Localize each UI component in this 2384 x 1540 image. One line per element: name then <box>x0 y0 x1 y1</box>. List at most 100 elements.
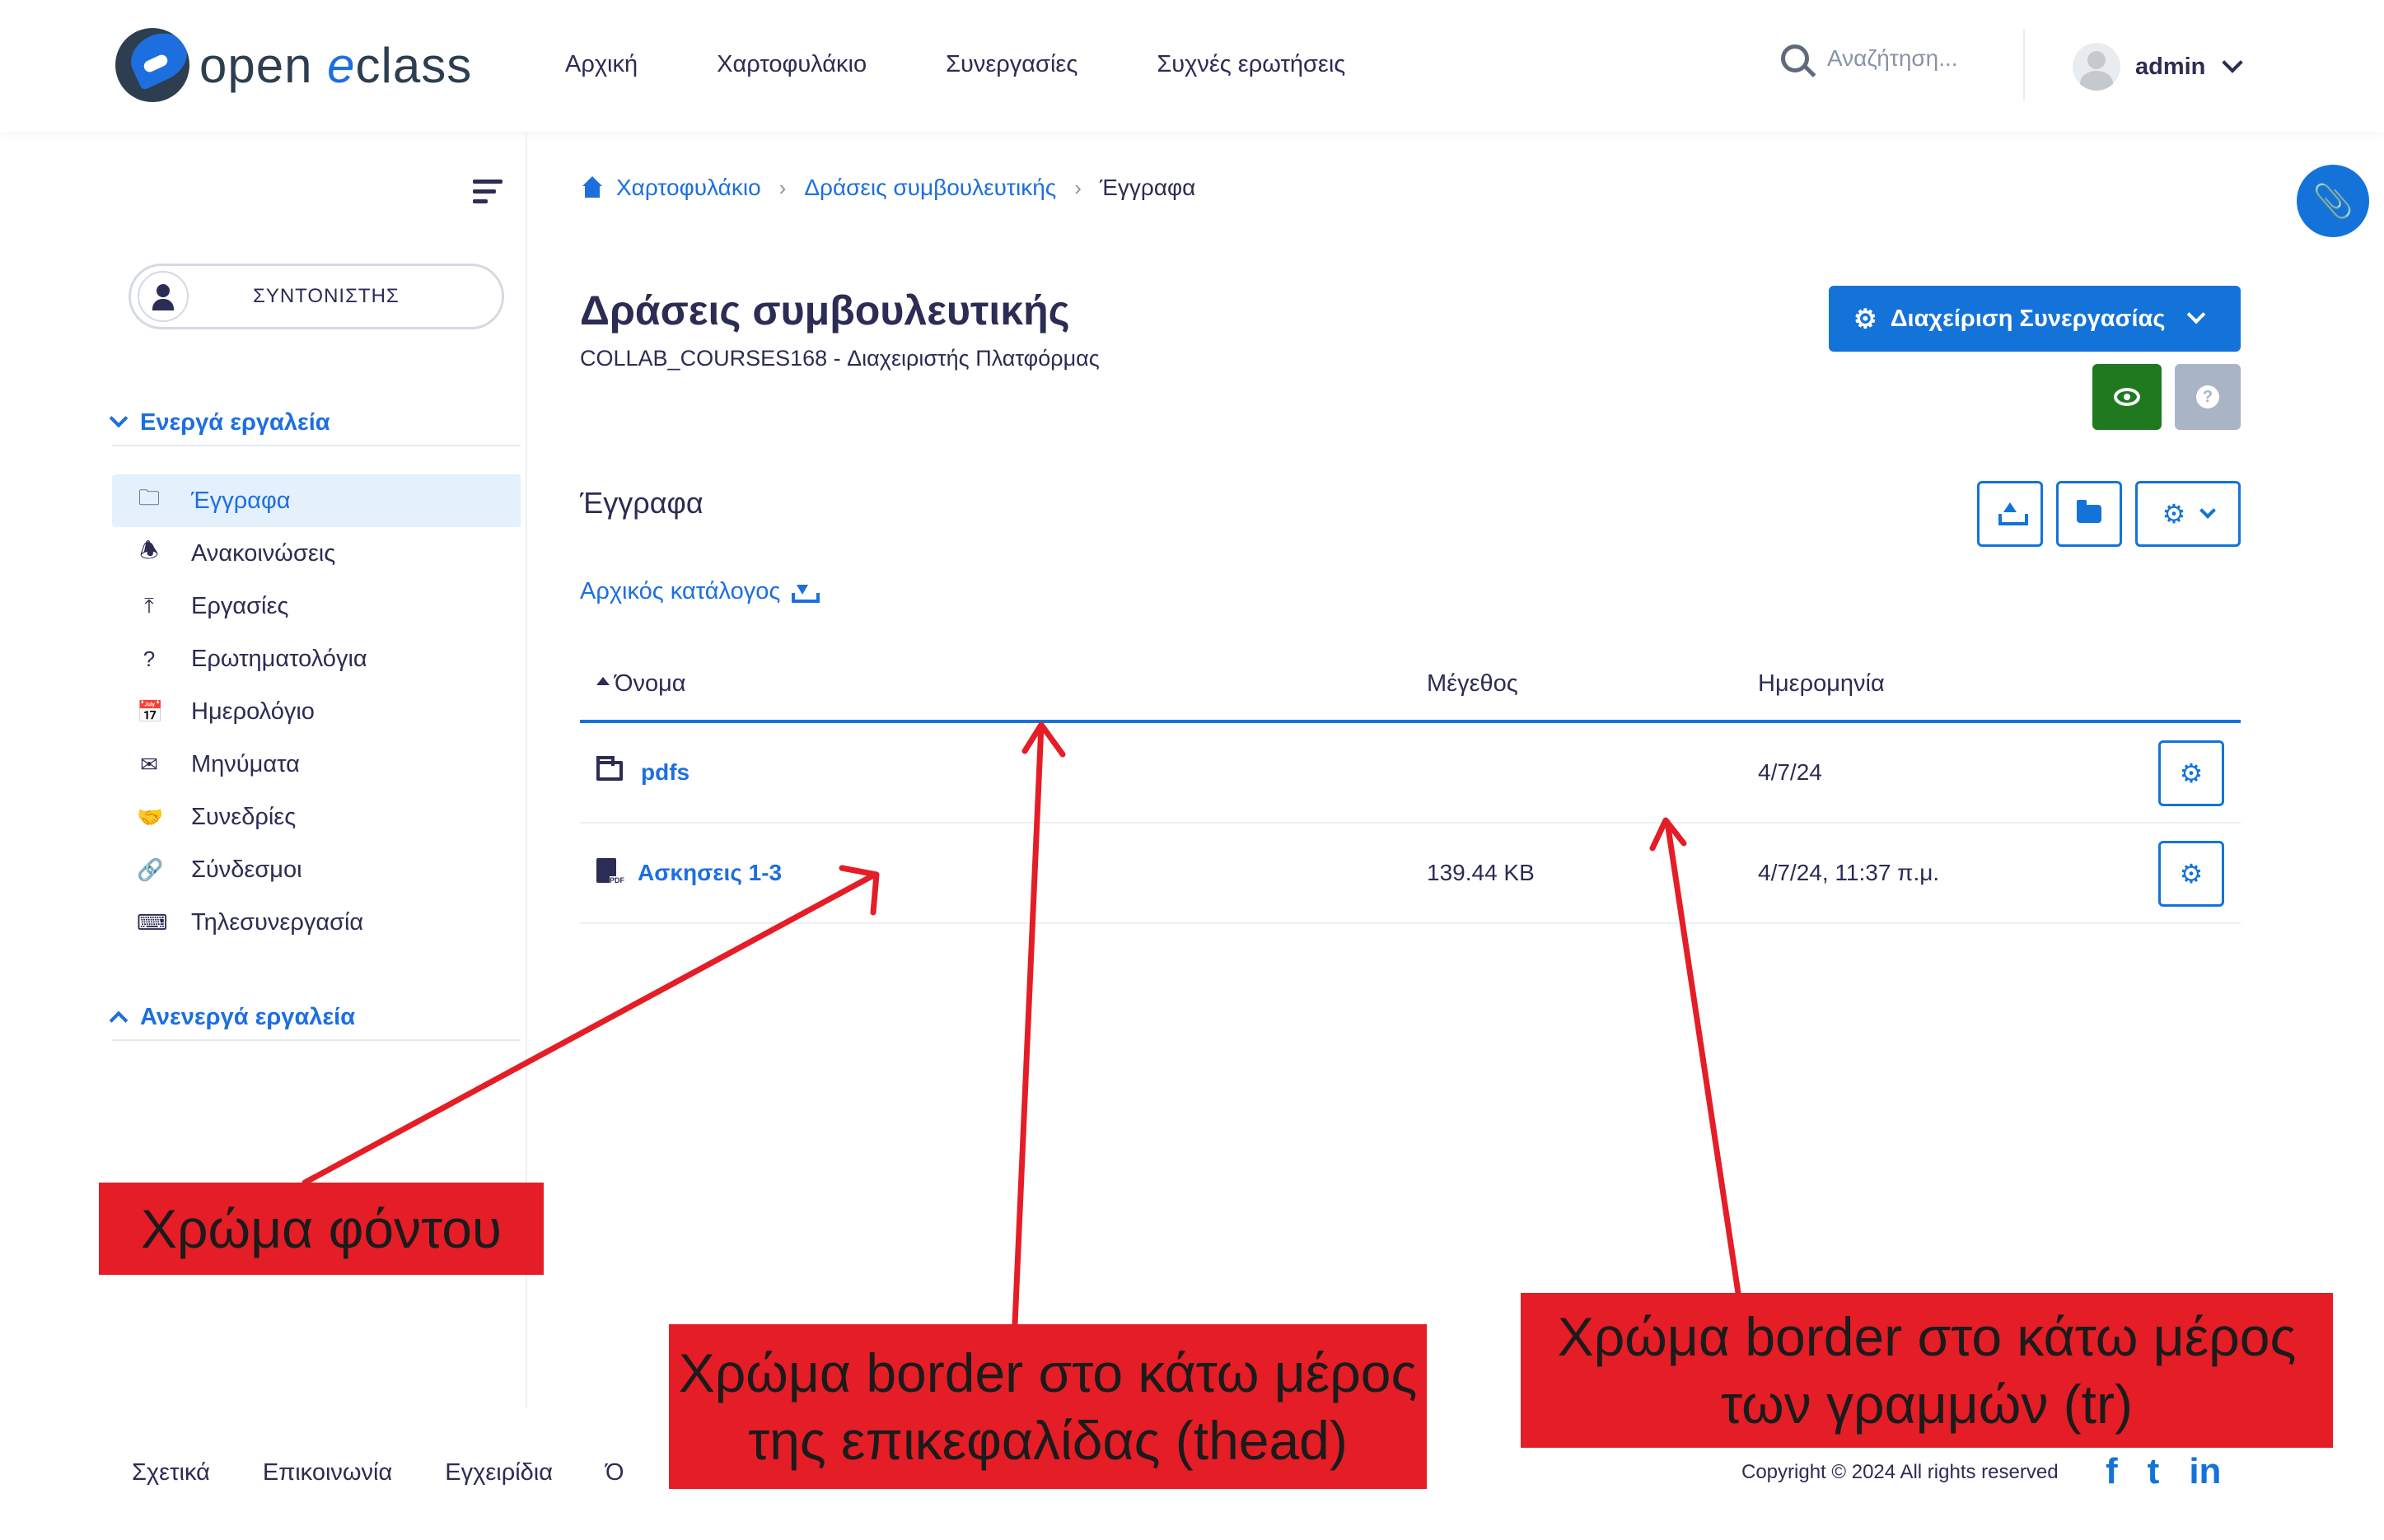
sidebar-item-label: Μηνύματα <box>191 750 300 777</box>
chevron-right-icon: › <box>1074 175 1082 200</box>
breadcrumb-portfolio[interactable]: Χαρτοφυλάκιο <box>616 175 761 201</box>
new-folder-button[interactable] <box>2056 481 2122 547</box>
role-badge[interactable]: ΣΥΝΤΟΝΙΣΤΗΣ <box>129 264 504 329</box>
paperclip-icon[interactable]: 📎 <box>2297 165 2369 237</box>
video-conference-icon: ⌨ <box>137 909 168 935</box>
column-size: Μέγεθος <box>1427 670 1518 697</box>
gear-icon: ⚙ <box>2179 758 2204 788</box>
user-name: admin <box>2135 53 2206 80</box>
column-name[interactable]: Όνομα <box>596 670 686 698</box>
file-date: 4/7/24, 11:37 π.μ. <box>1758 860 1940 885</box>
sidebar-item-label: Σύνδεσμοι <box>191 856 302 883</box>
column-date: Ημερομηνία <box>1758 670 1885 697</box>
user-menu[interactable]: admin <box>2073 43 2244 91</box>
sidebar-item-questionnaires[interactable]: ? Ερωτηματολόγια <box>112 632 521 685</box>
sidebar-item-label: Ανακοινώσεις <box>191 539 336 567</box>
documents-table: Όνομα Μέγεθος Ημερομηνία pdfs 4/7/24 ⚙ Α… <box>580 659 2241 924</box>
chevron-right-icon: › <box>778 175 787 200</box>
eclass-logo-icon <box>115 28 189 102</box>
annotation-background-color: Χρώμα φόντου <box>99 1183 544 1275</box>
menu-toggle-icon[interactable] <box>473 180 503 209</box>
sort-up-icon <box>596 677 610 686</box>
file-link[interactable]: Ασκησεις 1-3 <box>638 860 782 886</box>
logo-text: open eclass <box>199 37 473 93</box>
sidebar-item-label: Ημερολόγιο <box>191 698 315 725</box>
help-button[interactable]: ? <box>2175 364 2241 430</box>
upload-icon: ⤒ <box>144 593 154 618</box>
inactive-tools-label: Ανενεργά εργαλεία <box>140 1003 356 1030</box>
copyright: Copyright © 2024 All rights reserved <box>1741 1461 2059 1483</box>
facebook-icon[interactable]: f <box>2106 1451 2118 1492</box>
upload-file-button[interactable] <box>1977 481 2043 547</box>
avatar <box>2073 43 2120 91</box>
footer-about[interactable]: Σχετικά <box>132 1459 210 1486</box>
role-label: ΣΥΝΤΟΝΙΣΤΗΣ <box>253 285 400 307</box>
sidebar-item-announcements[interactable]: 🕭 Ανακοινώσεις <box>112 527 521 580</box>
search-icon[interactable] <box>1781 44 1809 72</box>
sidebar-item-assignments[interactable]: ⤒ Εργασίες <box>112 580 521 632</box>
inactive-tools-toggle[interactable]: Ανενεργά εργαλεία <box>109 995 521 1041</box>
sidebar-item-messages[interactable]: ✉ Μηνύματα <box>112 738 521 791</box>
sidebar-item-calendar[interactable]: 📅 Ημερολόγιο <box>112 685 521 738</box>
home-icon[interactable] <box>580 176 605 199</box>
question-icon: ? <box>143 646 156 671</box>
section-title: Έγγραφα <box>580 486 704 520</box>
top-header: open eclass Αρχική Χαρτοφυλάκιο Συνεργασ… <box>0 0 2384 132</box>
chevron-down-icon <box>2187 305 2206 324</box>
nav-home[interactable]: Αρχική <box>565 51 638 78</box>
sidebar-item-documents[interactable]: 🗀 Έγγραφα <box>112 474 521 527</box>
page-title: Δράσεις συμβουλευτικής <box>580 287 1070 334</box>
footer-terms[interactable]: Ό <box>605 1459 624 1486</box>
chevron-down-icon <box>109 408 129 428</box>
help-icon: ? <box>2196 385 2219 408</box>
sidebar-item-links[interactable]: 🔗 Σύνδεσμοι <box>112 843 521 896</box>
manage-collaboration-button[interactable]: ⚙ Διαχείριση Συνεργασίας <box>1829 286 2241 352</box>
active-tools-label: Ενεργά εργαλεία <box>140 408 330 436</box>
linkedin-icon[interactable]: in <box>2189 1451 2221 1492</box>
file-link[interactable]: pdfs <box>641 759 689 786</box>
chevron-up-icon <box>109 1010 129 1030</box>
upload-icon <box>1998 502 2028 525</box>
row-settings-button[interactable]: ⚙ <box>2158 740 2224 806</box>
nav-collaborations[interactable]: Συνεργασίες <box>946 51 1077 78</box>
chevron-down-icon <box>2199 502 2217 519</box>
gear-icon: ⚙ <box>2179 859 2204 889</box>
sidebar-item-label: Ερωτηματολόγια <box>191 645 367 672</box>
table-header: Όνομα Μέγεθος Ημερομηνία <box>580 659 2241 723</box>
chevron-down-icon <box>2222 52 2244 73</box>
bell-icon: 🕭 <box>139 538 159 562</box>
sidebar-item-sessions[interactable]: 🤝 Συνεδρίες <box>112 791 521 843</box>
sidebar-item-label: Εργασίες <box>191 592 289 619</box>
footer-manuals[interactable]: Εγχειρίδια <box>445 1459 553 1486</box>
twitter-icon[interactable]: t <box>2148 1451 2160 1492</box>
manage-collaboration-label: Διαχείριση Συνεργασίας <box>1890 305 2166 332</box>
link-icon: 🔗 <box>137 856 164 882</box>
document-settings-button[interactable]: ⚙ <box>2135 481 2241 547</box>
nav-faq[interactable]: Συχνές ερωτήσεις <box>1157 51 1345 78</box>
root-directory-link[interactable]: Αρχικός κατάλογος <box>580 578 820 605</box>
gear-icon: ⚙ <box>1853 304 1877 334</box>
handshake-icon: 🤝 <box>137 804 164 829</box>
logo[interactable]: open eclass <box>115 28 472 102</box>
sidebar-item-teleconference[interactable]: ⌨ Τηλεσυνεργασία <box>112 896 521 949</box>
user-icon <box>138 271 189 322</box>
download-icon <box>792 581 820 603</box>
folder-icon: 🗀 <box>138 485 160 510</box>
footer-links: Σχετικά Επικοινωνία Εγχειρίδια Ό <box>132 1459 624 1486</box>
search-box <box>1781 44 1992 72</box>
course-subtitle: COLLAB_COURSES168 - Διαχειριστής Πλατφόρ… <box>580 346 1100 371</box>
sidebar-item-label: Έγγραφα <box>191 487 291 514</box>
breadcrumb-course[interactable]: Δράσεις συμβουλευτικής <box>804 175 1056 201</box>
active-tools-toggle[interactable]: Ενεργά εργαλεία <box>109 400 521 446</box>
nav-portfolio[interactable]: Χαρτοφυλάκιο <box>717 51 867 78</box>
gear-icon: ⚙ <box>2162 499 2186 529</box>
annotation-thead-border: Χρώμα border στο κάτω μέρος της επικεφαλ… <box>669 1324 1427 1489</box>
folder-icon <box>2077 500 2101 523</box>
breadcrumb-current: Έγγραφα <box>1099 175 1196 200</box>
search-input[interactable] <box>1827 45 1992 72</box>
annotation-row-border: Χρώμα border στο κάτω μέρος των γραμμών … <box>1521 1293 2333 1448</box>
footer-contact[interactable]: Επικοινωνία <box>263 1459 392 1486</box>
view-as-student-button[interactable] <box>2092 364 2162 430</box>
sidebar-item-label: Τηλεσυνεργασία <box>191 908 364 936</box>
row-settings-button[interactable]: ⚙ <box>2158 841 2224 907</box>
